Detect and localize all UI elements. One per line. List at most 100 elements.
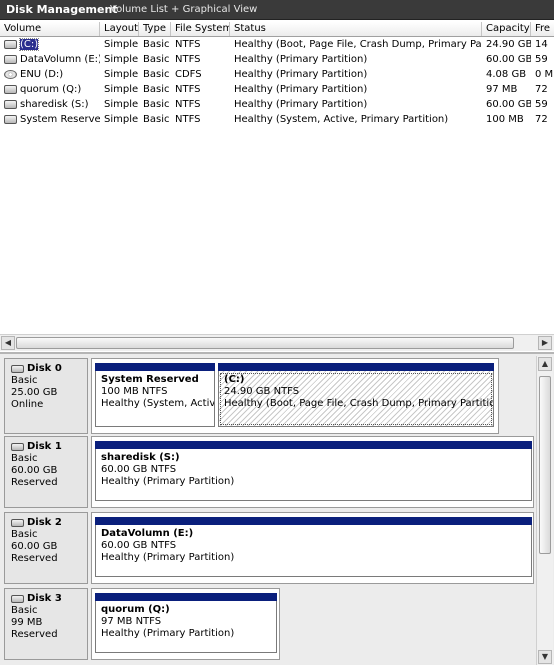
hard-disk-icon [11, 365, 24, 373]
volume-capacity: 24.90 GB [486, 39, 531, 50]
disk-state: Reserved [11, 629, 58, 640]
disk-label[interactable]: Disk 2 Basic 60.00 GB Reserved [4, 512, 88, 584]
partition-header-bar [95, 593, 277, 601]
selected-volume-name[interactable]: (C:) [18, 38, 40, 51]
volume-status: Healthy (Primary Partition) [234, 99, 368, 110]
partition-status: Healthy (Boot, Page File, Crash Dump, Pr… [224, 398, 494, 409]
column-header-status[interactable]: Status [230, 22, 482, 36]
disk-partition-area: sharedisk (S:) 60.00 GB NTFS Healthy (Prim… [91, 436, 534, 508]
view-mode-label: Volume List + Graphical View [110, 4, 258, 15]
partition-block[interactable]: sharedisk (S:) 60.00 GB NTFS Healthy (Prim… [95, 441, 532, 501]
disk-state: Online [11, 399, 44, 410]
volume-layout: Simple [104, 39, 139, 50]
app-title: Disk Management [6, 3, 118, 16]
column-header-file-system[interactable]: File System [171, 22, 230, 36]
volume-free-space: 59 [535, 54, 548, 65]
hard-disk-icon [11, 595, 24, 603]
disk-row[interactable]: Disk 0 Basic 25.00 GB Online System Reserved… [4, 358, 534, 434]
column-header-capacity[interactable]: Capacity [482, 22, 531, 36]
partition-block[interactable]: (C:) 24.90 GB NTFS Healthy (Boot, Page Fil… [218, 363, 494, 427]
volume-free-space: 0 M [535, 69, 554, 80]
volume-file-system: CDFS [175, 69, 202, 80]
volume-name: ENU (D:) [20, 69, 64, 80]
volume-layout: Simple [104, 114, 139, 125]
disk-label[interactable]: Disk 3 Basic 99 MB Reserved [4, 588, 88, 660]
scroll-right-arrow-icon[interactable]: ▶ [538, 336, 552, 350]
scroll-down-arrow-icon[interactable]: ▼ [538, 650, 552, 664]
volume-capacity: 100 MB [486, 114, 524, 125]
partition-block[interactable]: System Reserved 100 MB NTFS Healthy (Syste… [95, 363, 215, 427]
partition-header-bar [95, 441, 532, 449]
partition-size-fs: 60.00 GB NTFS [101, 464, 177, 475]
volume-layout: Simple [104, 84, 139, 95]
volume-status: Healthy (System, Active, Primary Partiti… [234, 114, 449, 125]
volume-layout: Simple [104, 99, 139, 110]
scroll-left-arrow-icon[interactable]: ◀ [1, 336, 15, 350]
disk-size: 60.00 GB [11, 465, 58, 476]
partition-status: Healthy (Primary Partition) [101, 628, 235, 639]
volume-capacity: 60.00 GB [486, 54, 531, 65]
volume-file-system: NTFS [175, 39, 201, 50]
disk-row[interactable]: Disk 1 Basic 60.00 GB Reserved sharedisk (S:… [4, 436, 534, 508]
partition-block[interactable]: DataVolumn (E:) 60.00 GB NTFS Healthy (Pri… [95, 517, 532, 577]
title-bar: Disk Management Volume List + Graphical … [0, 0, 554, 20]
volume-capacity: 4.08 GB [486, 69, 527, 80]
hard-disk-icon [11, 443, 24, 451]
volume-list[interactable]: Volume Layout Type File System Status Ca… [0, 20, 554, 351]
volume-name: (C:) [0, 37, 100, 52]
volume-type: Basic [143, 99, 170, 110]
partition-block[interactable]: quorum (Q:) 97 MB NTFS Healthy (Primary Pa… [95, 593, 277, 653]
volume-row[interactable]: ENU (D:) Simple Basic CDFS Healthy (Primary … [0, 67, 554, 82]
partition-name: (C:) [224, 374, 245, 385]
partition-name: DataVolumn (E:) [101, 528, 194, 539]
partition-body: System Reserved 100 MB NTFS Healthy (Syste… [95, 371, 215, 427]
disk-state: Reserved [11, 477, 58, 488]
column-header-volume[interactable]: Volume [0, 22, 100, 36]
vertical-scroll-thumb[interactable] [539, 376, 551, 554]
disk-name: Disk 2 [11, 517, 87, 529]
disk-label[interactable]: Disk 1 Basic 60.00 GB Reserved [4, 436, 88, 508]
disk-state: Reserved [11, 553, 58, 564]
disk-row[interactable]: Disk 3 Basic 99 MB Reserved quorum (Q:) 97 MB… [4, 588, 534, 660]
disk-partition-area: System Reserved 100 MB NTFS Healthy (Syste… [91, 358, 499, 434]
partition-size-fs: 97 MB NTFS [101, 616, 162, 627]
volume-row[interactable]: System Reserved Simple Basic NTFS Healthy (S… [0, 112, 554, 127]
disk-name: Disk 0 [11, 363, 87, 375]
partition-name: System Reserved [101, 374, 199, 385]
disk-name: Disk 1 [11, 441, 87, 453]
volume-status: Healthy (Primary Partition) [234, 84, 368, 95]
volume-row[interactable]: quorum (Q:) Simple Basic NTFS Healthy (Prima… [0, 82, 554, 97]
volume-row[interactable]: sharedisk (S:) Simple Basic NTFS Healthy (Pr… [0, 97, 554, 112]
column-header-type[interactable]: Type [139, 22, 171, 36]
volume-free-space: 14 [535, 39, 548, 50]
column-header-free-space[interactable]: Fre [531, 22, 554, 36]
graphical-view-vertical-scrollbar[interactable]: ▲ ▼ [536, 356, 553, 665]
volume-free-space: 59 [535, 99, 548, 110]
volume-status: Healthy (Primary Partition) [234, 69, 368, 80]
volume-list-horizontal-scrollbar[interactable]: ◀ ▶ [0, 334, 554, 351]
graphical-disk-view[interactable]: Disk 0 Basic 25.00 GB Online System Reserved… [0, 352, 554, 665]
volume-list-header: Volume Layout Type File System Status Ca… [0, 22, 554, 37]
disk-label[interactable]: Disk 0 Basic 25.00 GB Online [4, 358, 88, 434]
column-header-layout[interactable]: Layout [100, 22, 139, 36]
disk-name-text: Disk 0 [27, 363, 62, 374]
partition-name: sharedisk (S:) [101, 452, 180, 463]
disk-size: 60.00 GB [11, 541, 58, 552]
partition-status: Healthy (System, Active, P [101, 398, 215, 409]
disk-partition-area: quorum (Q:) 97 MB NTFS Healthy (Primary Pa… [91, 588, 280, 660]
volume-row[interactable]: (C:) Simple Basic NTFS Healthy (Boot, Page F… [0, 37, 554, 52]
partition-header-bar [218, 363, 494, 371]
horizontal-scroll-thumb[interactable] [16, 337, 514, 349]
volume-type: Basic [143, 54, 170, 65]
volume-file-system: NTFS [175, 84, 201, 95]
volume-capacity: 97 MB [486, 84, 518, 95]
disk-type: Basic [11, 605, 38, 616]
scroll-up-arrow-icon[interactable]: ▲ [538, 357, 552, 371]
disk-row[interactable]: Disk 2 Basic 60.00 GB Reserved DataVolumn (E… [4, 512, 534, 584]
partition-body: sharedisk (S:) 60.00 GB NTFS Healthy (Prim… [95, 449, 532, 501]
partition-status: Healthy (Primary Partition) [101, 552, 235, 563]
hard-disk-icon [11, 519, 24, 527]
partition-header-bar [95, 363, 215, 371]
volume-row[interactable]: DataVolumn (E:) Simple Basic NTFS Healthy (P… [0, 52, 554, 67]
volume-file-system: NTFS [175, 114, 201, 125]
